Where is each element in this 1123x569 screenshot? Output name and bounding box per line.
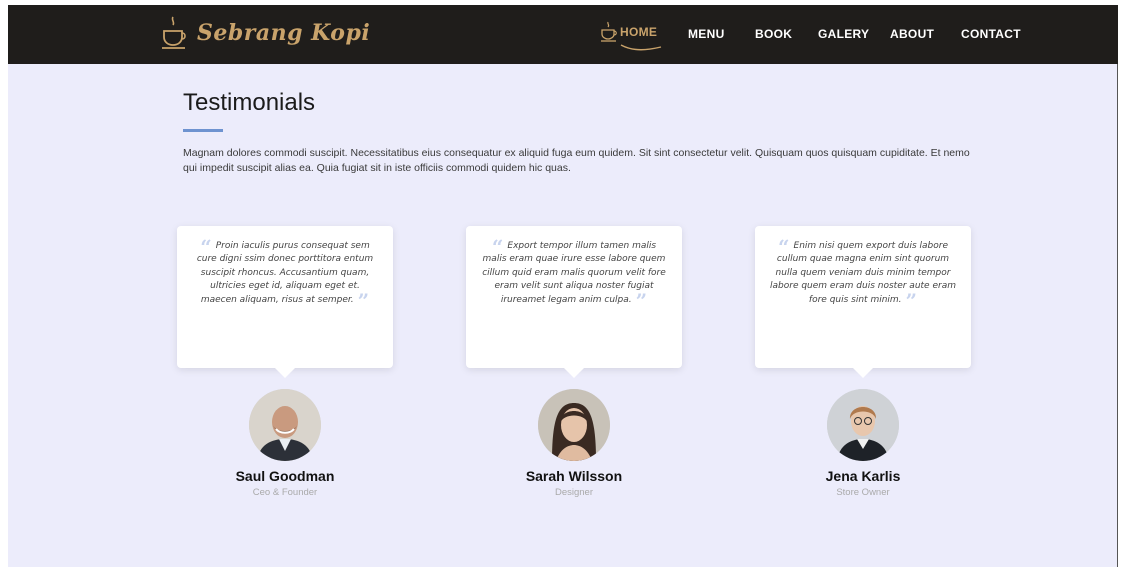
brand-name: Sebrang Kopi xyxy=(197,20,371,46)
testimonial-quote: Enim nisi quem export duis labore cullum… xyxy=(770,241,956,305)
avatar xyxy=(827,389,899,461)
page-frame: Sebrang Kopi HOME MENU BOOK GALERY ABOUT… xyxy=(8,5,1118,567)
nav-contact-label: CONTACT xyxy=(961,27,1021,41)
avatar xyxy=(538,389,610,461)
testimonial-role: Ceo & Founder xyxy=(252,487,318,498)
nav-galery-label: GALERY xyxy=(818,27,870,41)
nav-home-label: HOME xyxy=(620,25,658,39)
coffee-cup-icon xyxy=(601,21,617,42)
testimonial-card: “Proin iaculis purus consequat sem cure … xyxy=(177,226,393,378)
testimonial-role: Designer xyxy=(554,487,594,498)
testimonial-card: “Export tempor illum tamen malis malis e… xyxy=(466,226,682,378)
testimonial-quote-box: “Proin iaculis purus consequat sem cure … xyxy=(177,226,393,378)
testimonial-name: Jena Karlis xyxy=(825,468,901,484)
nav-home[interactable]: HOME xyxy=(600,21,662,51)
testimonial-name: Saul Goodman xyxy=(235,468,335,484)
testimonial-name: Sarah Wilsson xyxy=(525,468,623,484)
brand-logo[interactable]: Sebrang Kopi xyxy=(161,15,370,51)
nav-menu-label: MENU xyxy=(688,27,725,41)
nav-menu[interactable]: MENU xyxy=(688,27,725,41)
testimonial-quote: Proin iaculis purus consequat sem cure d… xyxy=(196,241,374,305)
nav-contact[interactable]: CONTACT xyxy=(961,27,1021,41)
quote-close-icon: ” xyxy=(357,288,370,313)
nav-about-label: ABOUT xyxy=(890,27,935,41)
nav-book-label: BOOK xyxy=(755,27,793,41)
quote-close-icon: ” xyxy=(905,288,918,313)
testimonial-quote-box: “Enim nisi quem export duis labore cullu… xyxy=(755,226,971,378)
navbar: Sebrang Kopi HOME MENU BOOK GALERY ABOUT… xyxy=(8,5,1118,64)
avatar xyxy=(249,389,321,461)
nav-galery[interactable]: GALERY xyxy=(818,27,869,41)
nav-book[interactable]: BOOK xyxy=(755,27,792,41)
active-underline xyxy=(620,44,662,51)
coffee-cup-icon xyxy=(162,16,186,49)
section-intro: Magnam dolores commodi suscipit. Necessi… xyxy=(183,147,970,174)
testimonial-role: Store Owner xyxy=(836,487,890,498)
quote-close-icon: ” xyxy=(635,288,648,313)
testimonial-quote-box: “Export tempor illum tamen malis malis e… xyxy=(466,226,682,378)
title-underline xyxy=(183,129,223,132)
page-title: Testimonials xyxy=(183,89,316,116)
nav-about[interactable]: ABOUT xyxy=(890,27,934,41)
testimonial-card: “Enim nisi quem export duis labore cullu… xyxy=(755,226,971,378)
